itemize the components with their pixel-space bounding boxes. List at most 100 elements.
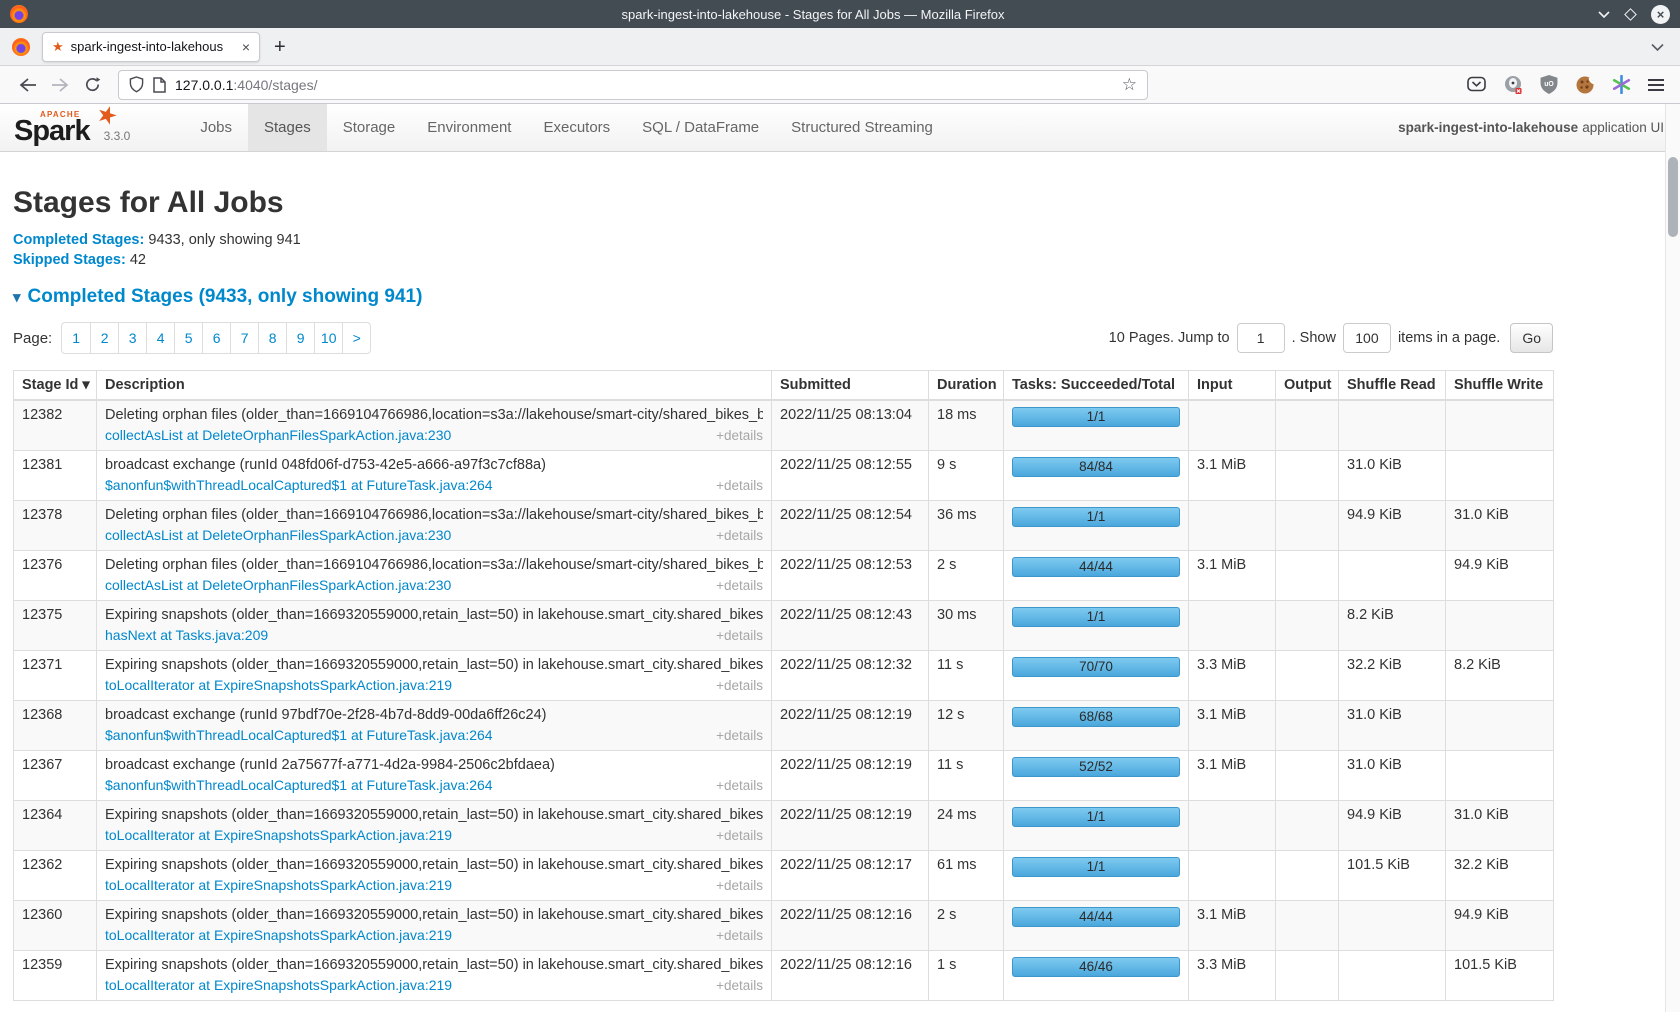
column-header[interactable]: Tasks: Succeeded/Total bbox=[1004, 371, 1189, 401]
tracking-protection-shield-icon[interactable] bbox=[129, 76, 144, 93]
page-button-3[interactable]: 3 bbox=[118, 323, 146, 353]
page-button-2[interactable]: 2 bbox=[90, 323, 118, 353]
page-button-6[interactable]: 6 bbox=[202, 323, 230, 353]
stage-callsite-link[interactable]: $anonfun$withThreadLocalCaptured$1 at Fu… bbox=[105, 777, 493, 794]
shuffle-read-cell: 8.2 KiB bbox=[1339, 601, 1446, 651]
page-button-9[interactable]: 9 bbox=[286, 323, 314, 353]
go-button[interactable]: Go bbox=[1510, 323, 1553, 353]
column-header[interactable]: Submitted bbox=[772, 371, 929, 401]
tasks-cell: 84/84 bbox=[1004, 451, 1189, 501]
details-toggle[interactable]: +details bbox=[716, 677, 763, 694]
window-maximize-button[interactable] bbox=[1624, 8, 1637, 21]
back-button[interactable] bbox=[12, 70, 44, 100]
stage-description: broadcast exchange (runId 2a75677f-a771-… bbox=[105, 757, 763, 774]
duration-cell: 61 ms bbox=[929, 851, 1004, 901]
cookie-icon[interactable] bbox=[1575, 75, 1595, 95]
tasks-progress-bar: 52/52 bbox=[1012, 757, 1180, 777]
tasks-cell: 68/68 bbox=[1004, 701, 1189, 751]
url-text[interactable]: 127.0.0.1:4040/stages/ bbox=[175, 77, 317, 93]
input-cell bbox=[1189, 501, 1276, 551]
navbar-item-executors[interactable]: Executors bbox=[527, 104, 626, 151]
input-cell: 3.1 MiB bbox=[1189, 701, 1276, 751]
browser-tab[interactable]: ★ spark-ingest-into-lakehous × bbox=[42, 32, 260, 62]
details-toggle[interactable]: +details bbox=[716, 927, 763, 944]
window-minimize-button[interactable] bbox=[1598, 10, 1610, 18]
column-header[interactable]: Shuffle Read bbox=[1339, 371, 1446, 401]
list-all-tabs-icon[interactable] bbox=[1651, 43, 1664, 51]
input-cell: 3.1 MiB bbox=[1189, 751, 1276, 801]
stage-callsite-link[interactable]: toLocalIterator at ExpireSnapshotsSparkA… bbox=[105, 977, 452, 994]
details-toggle[interactable]: +details bbox=[716, 977, 763, 994]
scrollbar-thumb[interactable] bbox=[1668, 157, 1678, 237]
extension-asterisk-icon[interactable] bbox=[1612, 75, 1631, 94]
details-toggle[interactable]: +details bbox=[716, 577, 763, 594]
stage-id-cell: 12368 bbox=[14, 701, 97, 751]
stage-callsite-link[interactable]: $anonfun$withThreadLocalCaptured$1 at Fu… bbox=[105, 727, 493, 744]
privacy-badger-icon[interactable] bbox=[1503, 75, 1523, 95]
stage-callsite-link[interactable]: toLocalIterator at ExpireSnapshotsSparkA… bbox=[105, 927, 452, 944]
stage-callsite-link[interactable]: collectAsList at DeleteOrphanFilesSparkA… bbox=[105, 427, 451, 444]
menu-hamburger-icon[interactable] bbox=[1648, 79, 1664, 91]
details-toggle[interactable]: +details bbox=[716, 627, 763, 644]
column-header[interactable]: Duration bbox=[929, 371, 1004, 401]
navbar-item-jobs[interactable]: Jobs bbox=[184, 104, 248, 151]
items-per-page-input[interactable] bbox=[1343, 323, 1391, 353]
details-toggle[interactable]: +details bbox=[716, 527, 763, 544]
stage-callsite-link[interactable]: collectAsList at DeleteOrphanFilesSparkA… bbox=[105, 577, 451, 594]
stage-row: 12364Expiring snapshots (older_than=1669… bbox=[14, 801, 1554, 851]
completed-stages-section-header[interactable]: ▾ Completed Stages (9433, only showing 9… bbox=[13, 286, 1680, 308]
bookmark-star-icon[interactable]: ☆ bbox=[1122, 76, 1137, 93]
navbar-item-stages[interactable]: Stages bbox=[248, 104, 327, 151]
duration-cell: 36 ms bbox=[929, 501, 1004, 551]
firefox-view-icon[interactable] bbox=[12, 38, 30, 56]
stage-callsite-link[interactable]: toLocalIterator at ExpireSnapshotsSparkA… bbox=[105, 877, 452, 894]
pocket-icon[interactable] bbox=[1467, 76, 1486, 93]
column-header[interactable]: Stage Id ▾ bbox=[14, 371, 97, 401]
stage-callsite-link[interactable]: hasNext at Tasks.java:209 bbox=[105, 627, 268, 644]
stage-callsite-link[interactable]: $anonfun$withThreadLocalCaptured$1 at Fu… bbox=[105, 477, 493, 494]
page-button-4[interactable]: 4 bbox=[146, 323, 174, 353]
new-tab-button[interactable]: + bbox=[274, 37, 286, 57]
page-button-10[interactable]: 10 bbox=[314, 323, 342, 353]
jump-to-page-input[interactable] bbox=[1237, 323, 1285, 353]
tasks-cell: 52/52 bbox=[1004, 751, 1189, 801]
column-header[interactable]: Input bbox=[1189, 371, 1276, 401]
stage-description: Expiring snapshots (older_than=166932055… bbox=[105, 907, 763, 924]
forward-button[interactable] bbox=[44, 70, 76, 100]
page-button-1[interactable]: 1 bbox=[62, 323, 90, 353]
tab-close-icon[interactable]: × bbox=[242, 40, 250, 54]
details-toggle[interactable]: +details bbox=[716, 877, 763, 894]
details-toggle[interactable]: +details bbox=[716, 727, 763, 744]
stage-callsite-link[interactable]: toLocalIterator at ExpireSnapshotsSparkA… bbox=[105, 827, 452, 844]
spark-version: 3.3.0 bbox=[104, 129, 131, 146]
application-title: spark-ingest-into-lakehouse application … bbox=[1398, 104, 1680, 151]
navbar-item-sql-dataframe[interactable]: SQL / DataFrame bbox=[626, 104, 775, 151]
navbar-item-structured-streaming[interactable]: Structured Streaming bbox=[775, 104, 949, 151]
spark-logo[interactable]: APACHE Spark ★ 3.3.0 bbox=[0, 104, 156, 151]
url-bar[interactable]: 127.0.0.1:4040/stages/ ☆ bbox=[118, 70, 1148, 100]
window-close-button[interactable]: × bbox=[1651, 5, 1670, 24]
page-button-8[interactable]: 8 bbox=[258, 323, 286, 353]
submitted-cell: 2022/11/25 08:12:54 bbox=[772, 501, 929, 551]
page-scrollbar[interactable] bbox=[1665, 104, 1680, 1012]
reload-button[interactable] bbox=[76, 70, 108, 100]
page-button-7[interactable]: 7 bbox=[230, 323, 258, 353]
spark-brand-word: Spark bbox=[14, 116, 90, 146]
column-header[interactable]: Shuffle Write bbox=[1446, 371, 1554, 401]
stage-callsite-link[interactable]: toLocalIterator at ExpireSnapshotsSparkA… bbox=[105, 677, 452, 694]
stage-callsite-link[interactable]: collectAsList at DeleteOrphanFilesSparkA… bbox=[105, 527, 451, 544]
details-toggle[interactable]: +details bbox=[716, 777, 763, 794]
page-button-next[interactable]: > bbox=[342, 323, 370, 353]
submitted-cell: 2022/11/25 08:12:16 bbox=[772, 901, 929, 951]
column-header[interactable]: Description bbox=[97, 371, 772, 401]
page-button-5[interactable]: 5 bbox=[174, 323, 202, 353]
page-info-icon[interactable] bbox=[153, 77, 166, 93]
details-toggle[interactable]: +details bbox=[716, 477, 763, 494]
navbar-item-environment[interactable]: Environment bbox=[411, 104, 527, 151]
navbar-item-storage[interactable]: Storage bbox=[327, 104, 412, 151]
ublock-origin-icon[interactable]: uO bbox=[1540, 75, 1558, 94]
tasks-cell: 1/1 bbox=[1004, 801, 1189, 851]
column-header[interactable]: Output bbox=[1276, 371, 1339, 401]
details-toggle[interactable]: +details bbox=[716, 427, 763, 444]
details-toggle[interactable]: +details bbox=[716, 827, 763, 844]
